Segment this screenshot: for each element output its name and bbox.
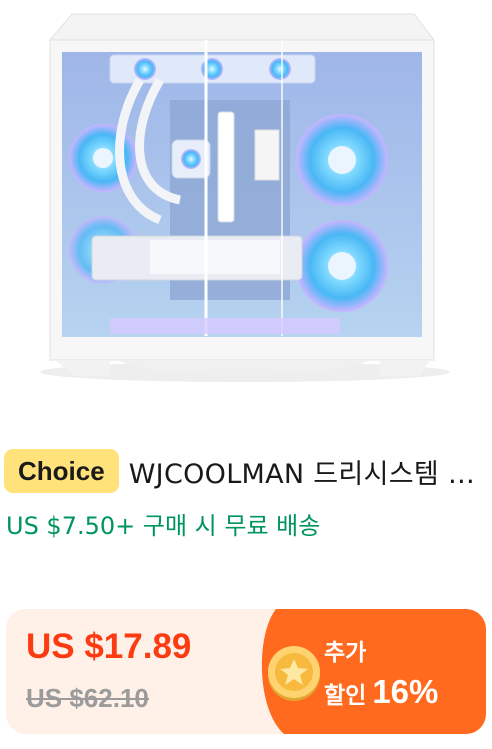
discount-label: 할인 <box>324 683 367 709</box>
extra-label: 추가 <box>324 640 367 666</box>
choice-badge: Choice <box>4 449 119 493</box>
price-info: US $17.89 US $62.10 <box>6 609 306 734</box>
product-card[interactable]: Choice WJCOOLMAN 드리시스템 케이스 US $7.50+ 구매 … <box>0 0 492 749</box>
discount-percent: 16% <box>372 673 439 710</box>
current-price: US $17.89 <box>26 627 192 666</box>
product-title-row[interactable]: Choice WJCOOLMAN 드리시스템 케이스 <box>4 447 488 495</box>
original-price: US $62.10 <box>26 683 149 713</box>
discount-row: 할인 16% <box>324 673 438 711</box>
pc-case-illustration <box>40 13 450 382</box>
product-image[interactable] <box>0 0 492 425</box>
price-bar[interactable]: 추가 할인 16% US $17.89 US $62.10 <box>6 609 486 734</box>
free-shipping-text: US $7.50+ 구매 시 무료 배송 <box>6 512 321 540</box>
product-title[interactable]: WJCOOLMAN 드리시스템 케이스 <box>129 452 488 491</box>
